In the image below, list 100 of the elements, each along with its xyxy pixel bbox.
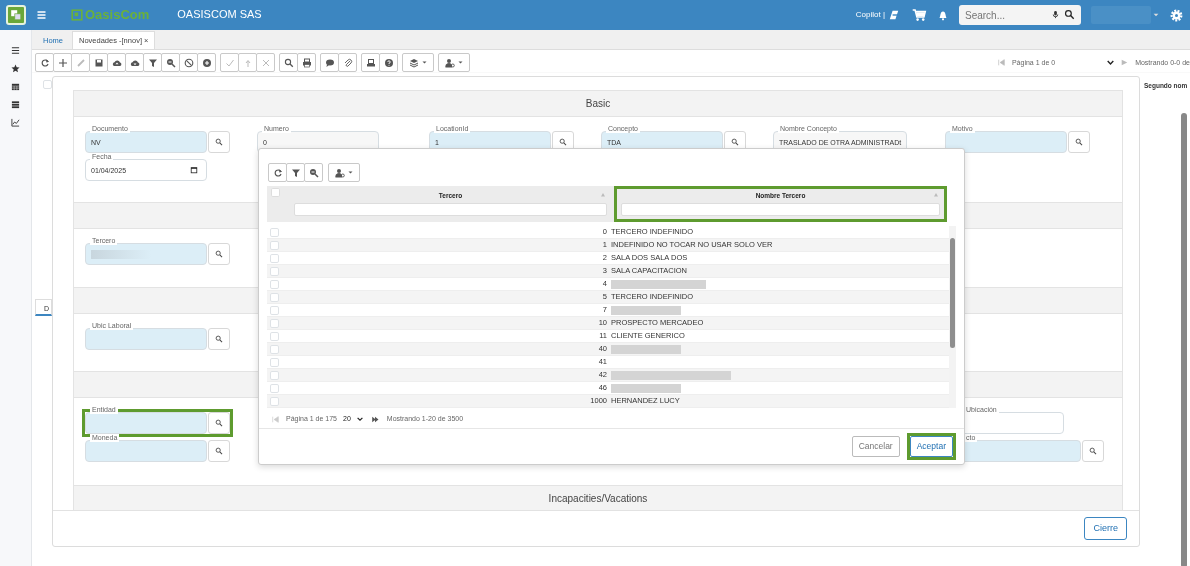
- row-checkbox[interactable]: [270, 318, 279, 328]
- line-chart-icon[interactable]: [11, 118, 20, 127]
- toolbar-button[interactable]: [89, 53, 108, 72]
- toolbar-button[interactable]: [286, 163, 305, 182]
- close-button[interactable]: Cierre: [1084, 516, 1127, 541]
- row-checkbox[interactable]: [270, 279, 279, 289]
- search-icon: [1075, 138, 1083, 146]
- toolbar-button[interactable]: [379, 53, 398, 72]
- search-button[interactable]: [208, 440, 230, 462]
- toolbar-button[interactable]: [161, 53, 180, 72]
- ban-icon: [183, 57, 194, 68]
- row-checkbox[interactable]: [270, 357, 279, 367]
- toolbar-button[interactable]: [179, 53, 198, 72]
- accept-button[interactable]: Aceptar: [909, 436, 953, 457]
- bell-icon[interactable]: [937, 9, 949, 21]
- row-checkbox[interactable]: [270, 305, 279, 315]
- toolbar-button[interactable]: [338, 53, 357, 72]
- toolbar-button[interactable]: [438, 53, 470, 72]
- cart-icon[interactable]: [911, 8, 927, 22]
- toolbar-button[interactable]: [361, 53, 380, 72]
- caret-icon: [348, 170, 353, 175]
- filter-field[interactable]: [621, 203, 940, 216]
- toolbar-button[interactable]: [279, 53, 298, 72]
- first-page-icon[interactable]: [996, 59, 1006, 67]
- plus-circle-icon: [201, 57, 212, 68]
- input-field[interactable]: [85, 440, 207, 462]
- row-checkbox[interactable]: [270, 253, 279, 263]
- toolbar-button[interactable]: [297, 53, 316, 72]
- toolbar-button[interactable]: [107, 53, 126, 72]
- save-icon: [93, 57, 104, 68]
- toolbar-button[interactable]: [304, 163, 323, 182]
- search-icon[interactable]: [1064, 9, 1075, 20]
- caret-icon: [458, 60, 463, 65]
- list-icon[interactable]: [11, 100, 20, 109]
- select-all-checkbox[interactable]: [271, 188, 280, 197]
- search-button[interactable]: [1068, 131, 1090, 153]
- toolbar-button[interactable]: [402, 53, 434, 72]
- filter-field[interactable]: [294, 203, 607, 216]
- row-checkbox[interactable]: [270, 227, 279, 237]
- toolbar-button[interactable]: [197, 53, 216, 72]
- calendar-icon[interactable]: [11, 82, 20, 91]
- brand-name: OasisCom: [85, 6, 150, 25]
- toolbar-button[interactable]: [328, 163, 360, 182]
- tray-icon: [365, 57, 376, 68]
- row-checkbox[interactable]: [270, 266, 279, 276]
- input-field[interactable]: [85, 412, 207, 434]
- filter-icon: [290, 167, 301, 178]
- toolbar-button[interactable]: [320, 53, 339, 72]
- search-button[interactable]: [1082, 440, 1104, 462]
- menu-icon[interactable]: [11, 46, 20, 55]
- section-title: Incapacities/Vacations: [548, 492, 648, 506]
- caret-icon[interactable]: [1153, 12, 1159, 18]
- search-button[interactable]: [208, 131, 230, 153]
- company-name: OASISCOM SAS: [177, 7, 262, 22]
- sort-arrow-icon[interactable]: [932, 192, 940, 197]
- input-field[interactable]: [945, 131, 1067, 153]
- app-logo[interactable]: [6, 5, 26, 25]
- plus-icon: [57, 57, 68, 68]
- search-button[interactable]: [208, 243, 230, 265]
- layers-icon: [409, 57, 419, 68]
- microphone-icon[interactable]: [1051, 9, 1060, 20]
- row-checkbox[interactable]: [270, 292, 279, 302]
- search-icon: [559, 138, 567, 146]
- copilot-icon[interactable]: [887, 8, 901, 22]
- chevron-down-icon[interactable]: [1107, 59, 1115, 67]
- cancel-button[interactable]: Cancelar: [851, 436, 900, 457]
- filter-icon: [147, 57, 158, 68]
- input-field[interactable]: [85, 328, 207, 350]
- user-gear-icon: [445, 57, 455, 68]
- toolbar-button[interactable]: [268, 163, 287, 182]
- chevron-down-icon[interactable]: [356, 416, 363, 423]
- search-icon: [215, 447, 223, 455]
- next-page-icon[interactable]: [1120, 59, 1130, 67]
- input-field[interactable]: [85, 243, 207, 265]
- row-checkbox[interactable]: [270, 240, 279, 250]
- toolbar-button[interactable]: [125, 53, 144, 72]
- row-checkbox[interactable]: [270, 396, 279, 406]
- sort-arrow-icon[interactable]: [599, 192, 607, 197]
- close-icon: [260, 57, 271, 68]
- row-checkbox[interactable]: [270, 344, 279, 354]
- windows-icon: [10, 9, 22, 21]
- search-icon: [731, 138, 739, 146]
- scrollbar[interactable]: [1181, 113, 1187, 566]
- paperclip-icon: [342, 57, 353, 68]
- search-icon: [283, 57, 294, 68]
- row-checkbox[interactable]: [270, 370, 279, 380]
- row-checkbox[interactable]: [270, 383, 279, 393]
- zoom-out-icon: [308, 167, 319, 178]
- star-icon[interactable]: [11, 64, 20, 73]
- search-icon: [1089, 447, 1097, 455]
- first-page-icon[interactable]: [271, 415, 280, 423]
- scrollbar[interactable]: [949, 226, 956, 408]
- settings-icon[interactable]: [1169, 7, 1184, 23]
- calendar-icon[interactable]: [190, 166, 198, 174]
- search-button[interactable]: [208, 328, 230, 350]
- search-field[interactable]: Search...: [959, 5, 1081, 25]
- toolbar-button[interactable]: [35, 53, 54, 72]
- search-button[interactable]: [208, 412, 230, 434]
- row-checkbox[interactable]: [270, 331, 279, 341]
- toolbar-button[interactable]: [143, 53, 162, 72]
